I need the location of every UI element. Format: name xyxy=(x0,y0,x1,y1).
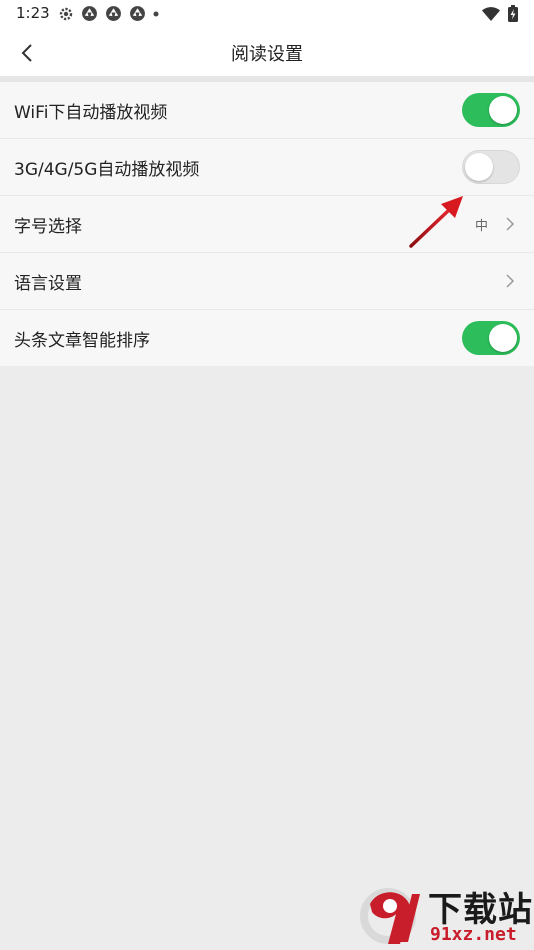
setting-row-wifi-autoplay[interactable]: WiFi下自动播放视频 xyxy=(0,82,534,139)
watermark-logo-icon xyxy=(360,888,420,944)
setting-label: 3G/4G/5G自动播放视频 xyxy=(14,159,200,180)
status-bar: 1:23 xyxy=(0,0,534,28)
notification-icons xyxy=(58,5,159,22)
setting-row-mobile-autoplay[interactable]: 3G/4G/5G自动播放视频 xyxy=(0,139,534,196)
chevron-right-icon xyxy=(506,274,515,288)
chevron-right-icon xyxy=(506,217,515,231)
setting-label: 字号选择 xyxy=(14,216,82,237)
setting-label: WiFi下自动播放视频 xyxy=(14,102,168,123)
app-header: 阅读设置 xyxy=(0,28,534,76)
wifi-icon xyxy=(482,6,500,21)
system-status-icons xyxy=(482,5,518,22)
app-notification-icon xyxy=(130,6,145,21)
settings-notification-icon xyxy=(59,7,73,20)
toggle-knob xyxy=(465,153,493,181)
setting-row-font-size[interactable]: 字号选择 中 xyxy=(0,196,534,253)
app-notification-icon xyxy=(82,6,97,21)
toggle-knob xyxy=(489,324,517,352)
more-notifications-dot-icon xyxy=(153,11,159,16)
wifi-autoplay-toggle[interactable] xyxy=(462,93,520,127)
smart-sort-toggle[interactable] xyxy=(462,321,520,355)
screen: 1:23 阅读设置 WiFi下自动播放视频 3G/4G/5G自动播放视频 字号选… xyxy=(0,0,534,950)
battery-charging-icon xyxy=(508,5,518,22)
mobile-autoplay-toggle[interactable] xyxy=(462,150,520,184)
settings-list: WiFi下自动播放视频 3G/4G/5G自动播放视频 字号选择 中 语言设置 头… xyxy=(0,82,534,366)
status-time: 1:23 xyxy=(16,4,50,22)
setting-row-smart-sort[interactable]: 头条文章智能排序 xyxy=(0,310,534,366)
setting-label: 语言设置 xyxy=(14,273,82,294)
watermark: 下载站 91xz.net xyxy=(360,882,534,950)
setting-row-language[interactable]: 语言设置 xyxy=(0,253,534,310)
toggle-knob xyxy=(489,96,517,124)
app-notification-icon xyxy=(106,6,121,21)
setting-label: 头条文章智能排序 xyxy=(14,330,150,351)
watermark-url: 91xz.net xyxy=(430,924,517,945)
font-size-value: 中 xyxy=(474,218,488,234)
page-title: 阅读设置 xyxy=(231,44,303,65)
